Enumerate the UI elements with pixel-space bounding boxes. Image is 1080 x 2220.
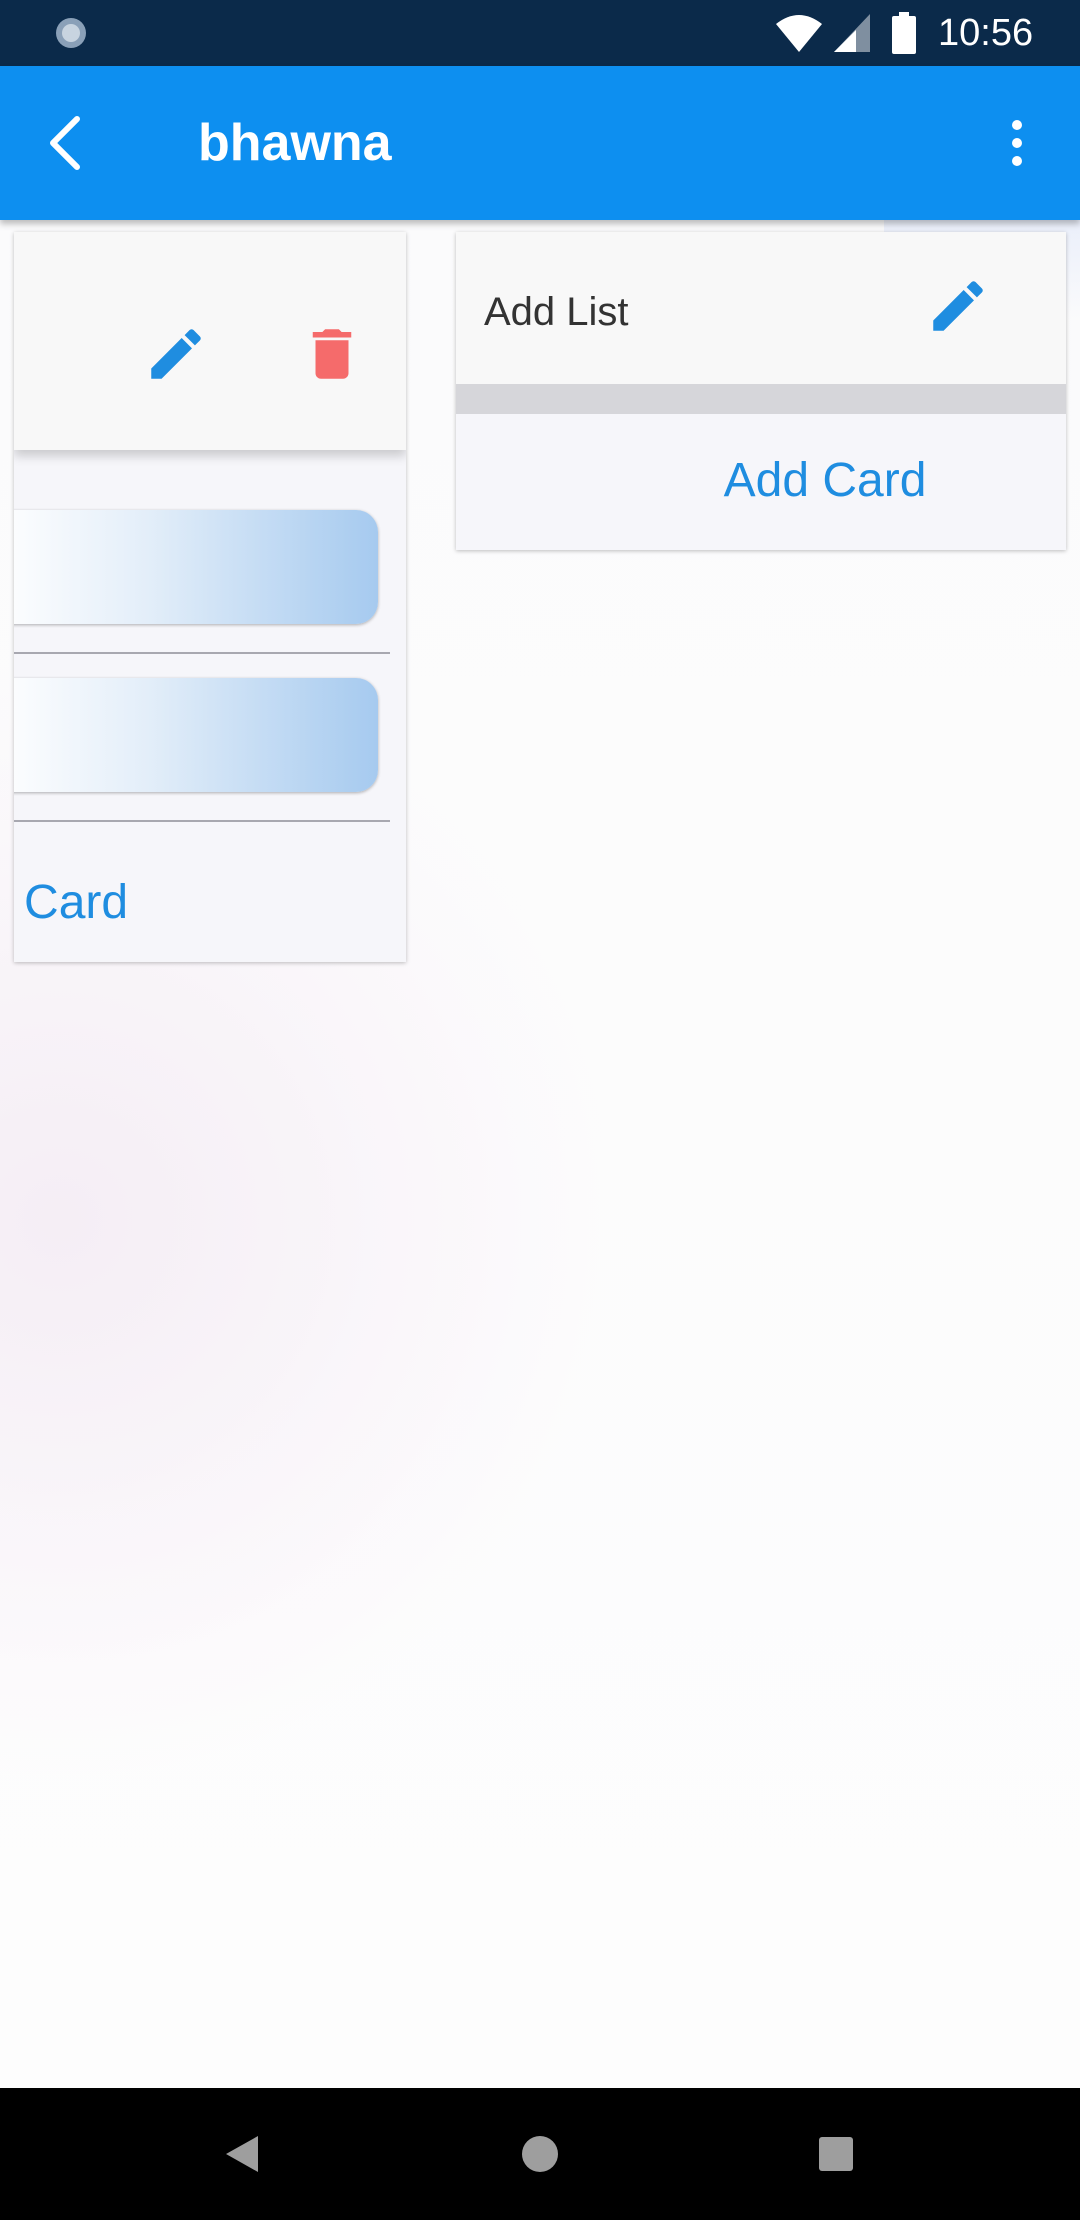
chevron-left-icon	[50, 116, 80, 170]
list-header: g	[14, 232, 406, 450]
more-vert-icon	[1012, 120, 1022, 166]
edit-list-button[interactable]	[920, 268, 996, 344]
back-button[interactable]	[30, 108, 100, 178]
battery-icon	[892, 12, 916, 54]
card-item[interactable]	[14, 678, 378, 792]
app-bar: bhawna	[0, 66, 1080, 220]
pencil-icon	[933, 281, 983, 331]
card-divider	[14, 820, 390, 822]
notification-icon	[56, 18, 86, 48]
card-item[interactable]	[14, 510, 378, 624]
list-header: Add List	[456, 232, 1066, 384]
card-divider	[14, 652, 390, 654]
nav-home-button[interactable]	[500, 2118, 580, 2190]
home-circle-icon	[522, 2136, 558, 2172]
list-column: Add List Add Card	[456, 232, 1066, 550]
signal-icon	[834, 14, 870, 52]
add-card-button[interactable]: Add Card	[456, 414, 1066, 550]
delete-list-button[interactable]	[294, 316, 370, 392]
system-nav-bar	[0, 2088, 1080, 2220]
nav-back-button[interactable]	[202, 2118, 282, 2190]
board-content[interactable]: g d Card Add List	[0, 220, 1080, 2088]
overflow-menu-button[interactable]	[990, 108, 1044, 178]
list-column: g d Card	[14, 232, 406, 962]
wifi-icon	[776, 15, 822, 52]
back-triangle-icon	[226, 2136, 258, 2172]
add-card-label: d Card	[14, 876, 129, 929]
list-title: Add List	[484, 290, 629, 334]
trash-icon	[312, 329, 352, 379]
page-title: bhawna	[198, 114, 392, 172]
status-time: 10:56	[938, 12, 1034, 54]
nav-recents-button[interactable]	[796, 2118, 876, 2190]
recents-square-icon	[819, 2137, 853, 2171]
edit-list-button[interactable]	[138, 316, 214, 392]
status-bar: 10:56	[0, 0, 1080, 66]
list-divider	[456, 384, 1066, 414]
pencil-icon	[151, 329, 201, 379]
add-card-button[interactable]: d Card	[14, 838, 406, 962]
add-card-label: Add Card	[723, 454, 927, 507]
